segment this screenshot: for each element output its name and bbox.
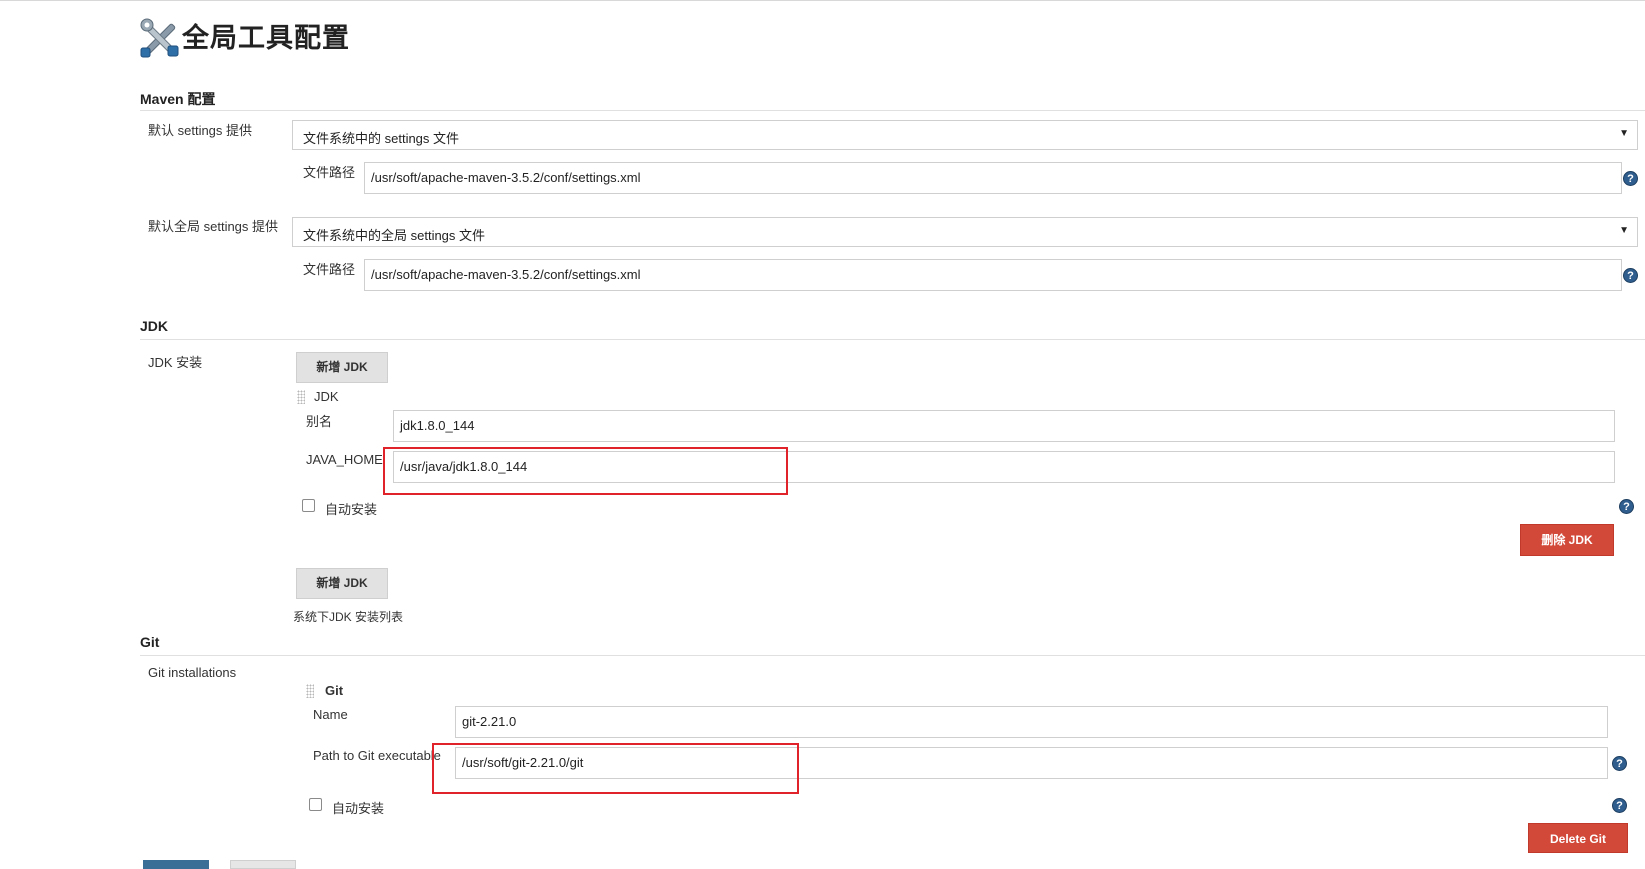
jdk-auto-install-checkbox[interactable] [302,499,315,512]
git-auto-install-label: 自动安装 [332,801,385,816]
add-jdk-button-2[interactable]: 新增 JDK [296,568,388,599]
git-name-input[interactable]: git-2.21.0 [455,706,1608,738]
maven-global-settings-label: 默认全局 settings 提供 [148,219,279,234]
maven-settings-path-input[interactable]: /usr/soft/apache-maven-3.5.2/conf/settin… [364,162,1622,194]
jdk-alias-input[interactable]: jdk1.8.0_144 [393,410,1615,442]
help-icon[interactable]: ? [1612,756,1627,771]
maven-settings-select[interactable]: 文件系统中的 settings 文件 ▼ [292,120,1638,150]
jdk-section-title: JDK [140,318,169,334]
jdk-auto-install-label: 自动安装 [325,502,378,517]
jdk-install-label: JDK 安装 [148,355,203,370]
maven-global-path-label: 文件路径 [303,262,356,277]
maven-section-divider [140,110,1645,111]
maven-global-settings-select-value: 文件系统中的全局 settings 文件 [303,228,486,243]
delete-jdk-button[interactable]: 删除 JDK [1520,524,1614,556]
page-title: 全局工具配置 [182,23,350,53]
dropdown-arrow-icon: ▼ [1619,128,1629,139]
jdk-alias-label: 别名 [306,414,333,429]
jdk-list-note: 系统下JDK 安装列表 [293,610,404,624]
dropdown-arrow-icon: ▼ [1619,225,1629,236]
maven-settings-path-label: 文件路径 [303,165,356,180]
maven-settings-select-value: 文件系统中的 settings 文件 [303,131,460,146]
jdk-item-header: JDK [314,389,339,404]
git-path-label: Path to Git executable [313,748,441,763]
tools-icon [140,18,179,58]
help-icon[interactable]: ? [1619,499,1634,514]
git-path-highlight-box [432,743,799,794]
git-installations-label: Git installations [148,665,237,680]
help-icon[interactable]: ? [1623,171,1638,186]
maven-global-path-input[interactable]: /usr/soft/apache-maven-3.5.2/conf/settin… [364,259,1622,291]
java-home-label: JAVA_HOME [306,452,383,467]
git-section-title: Git [140,634,160,650]
apply-button-partial[interactable] [230,860,296,869]
maven-settings-label: 默认 settings 提供 [148,123,253,138]
drag-handle-icon[interactable] [297,390,305,404]
drag-handle-icon[interactable] [306,684,314,698]
delete-git-button[interactable]: Delete Git [1528,823,1628,853]
jdk-section-divider [140,339,1645,340]
save-button-partial[interactable] [143,860,209,869]
add-jdk-button[interactable]: 新增 JDK [296,352,388,383]
java-home-highlight-box [383,447,788,495]
git-item-header: Git [325,683,344,698]
maven-section-title: Maven 配置 [140,91,216,107]
help-icon[interactable]: ? [1623,268,1638,283]
help-icon[interactable]: ? [1612,798,1627,813]
git-section-divider [140,655,1645,656]
git-name-label: Name [313,707,348,722]
maven-global-settings-select[interactable]: 文件系统中的全局 settings 文件 ▼ [292,217,1638,247]
git-auto-install-checkbox[interactable] [309,798,322,811]
top-divider [0,0,1645,1]
